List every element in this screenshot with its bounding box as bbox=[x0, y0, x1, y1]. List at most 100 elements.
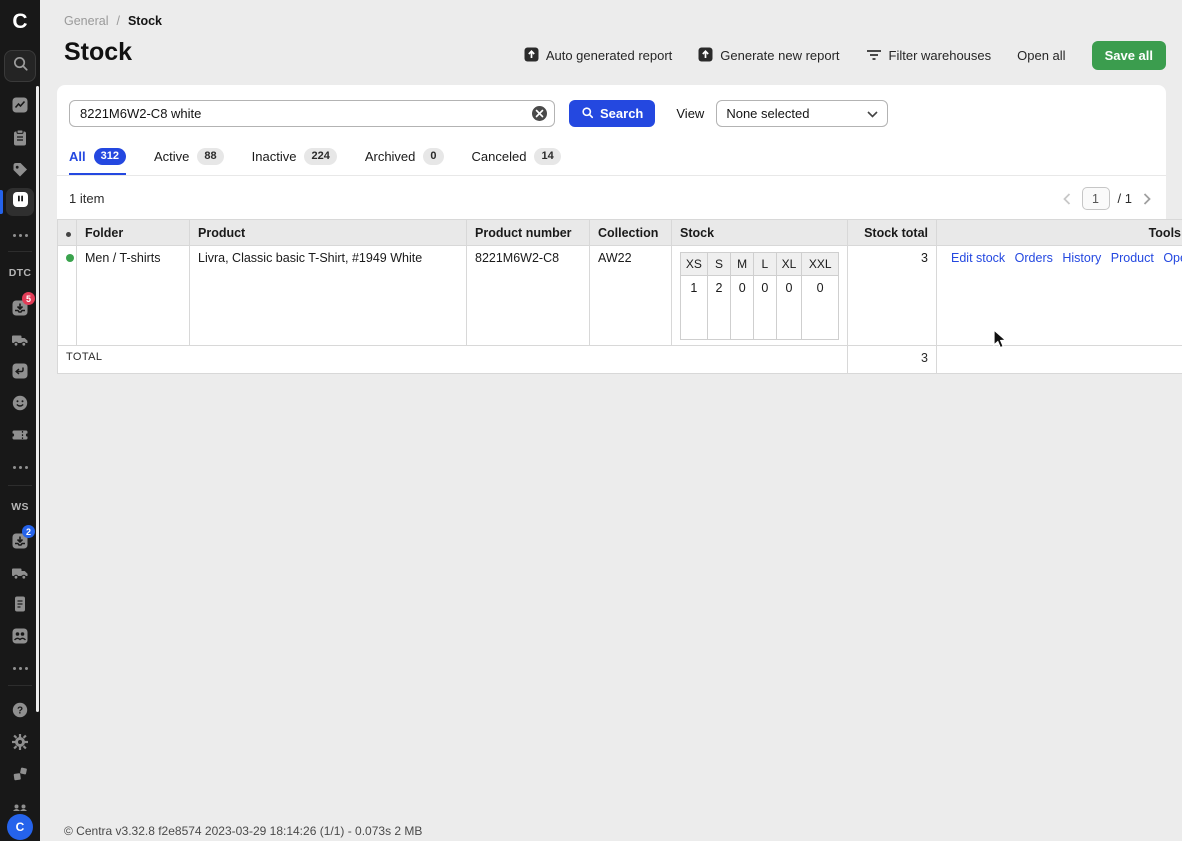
sidebar-item-dtc-returns[interactable] bbox=[11, 362, 29, 380]
sidebar-section-dtc: DTC bbox=[0, 267, 40, 279]
qty-xs: 1 bbox=[681, 276, 708, 340]
sidebar-item-dtc-vouchers[interactable] bbox=[11, 426, 29, 444]
size-xs-header: XS bbox=[681, 253, 708, 276]
truck-icon bbox=[11, 331, 29, 349]
smiley-icon bbox=[11, 394, 29, 412]
size-header-row: XS S M L XL XXL bbox=[681, 253, 839, 276]
sidebar-item-ws-orders[interactable]: 2 bbox=[11, 532, 29, 550]
tab-canceled[interactable]: Canceled 14 bbox=[472, 148, 561, 175]
tab-active-count: 88 bbox=[197, 148, 223, 165]
sidebar-divider bbox=[8, 251, 32, 252]
page-total: / 1 bbox=[1118, 191, 1132, 206]
tabs: All 312 Active 88 Inactive 224 Archived … bbox=[57, 148, 1166, 176]
tab-all[interactable]: All 312 bbox=[69, 148, 126, 175]
product-number-cell: 8221M6W2-C8 bbox=[467, 246, 590, 346]
search-input[interactable] bbox=[69, 100, 555, 127]
dtc-orders-badge: 5 bbox=[22, 292, 35, 305]
tab-inactive-count: 224 bbox=[304, 148, 336, 165]
stock-total-cell: 3 bbox=[848, 246, 937, 346]
breadcrumb: General / Stock bbox=[64, 14, 162, 28]
auto-generated-report-label: Auto generated report bbox=[546, 48, 672, 63]
tab-active[interactable]: Active 88 bbox=[154, 148, 224, 175]
total-label: TOTAL bbox=[58, 346, 848, 374]
clipboard-icon bbox=[11, 129, 29, 147]
breadcrumb-parent[interactable]: General bbox=[64, 14, 108, 28]
sidebar-item-analytics[interactable] bbox=[11, 96, 29, 114]
sidebar-more-general[interactable] bbox=[11, 226, 29, 244]
sidebar-item-users[interactable] bbox=[11, 797, 29, 815]
return-arrow-icon bbox=[11, 362, 29, 380]
breadcrumb-separator: / bbox=[116, 14, 119, 28]
view-label: View bbox=[676, 106, 704, 121]
sidebar-more-ws[interactable] bbox=[11, 659, 29, 677]
folder-column-header: Folder bbox=[77, 220, 190, 246]
auto-generated-report-button[interactable]: Auto generated report bbox=[524, 47, 672, 65]
search-row: Search View None selected bbox=[69, 100, 1154, 127]
header-actions: Auto generated report Generate new repor… bbox=[524, 41, 1166, 70]
sidebar-item-dtc-shipments[interactable] bbox=[11, 331, 29, 349]
open-link[interactable]: Open bbox=[1163, 251, 1182, 265]
qty-xxl: 0 bbox=[802, 276, 839, 340]
status-dot-icon bbox=[66, 232, 71, 237]
centra-logo-icon[interactable]: C bbox=[0, 6, 40, 36]
sidebar-item-stock[interactable] bbox=[6, 188, 34, 216]
footer-version-info: © Centra v3.32.8 f2e8574 2023-03-29 18:1… bbox=[64, 824, 422, 838]
product-link[interactable]: Product bbox=[1111, 251, 1154, 265]
tab-inactive[interactable]: Inactive 224 bbox=[252, 148, 337, 175]
sidebar-divider bbox=[8, 685, 32, 686]
sidebar-item-integrations[interactable] bbox=[11, 765, 29, 783]
chevron-right-icon[interactable] bbox=[1140, 192, 1154, 206]
ticket-icon bbox=[11, 426, 29, 444]
generate-new-report-label: Generate new report bbox=[720, 48, 839, 63]
product-column-header: Product bbox=[190, 220, 467, 246]
filter-icon bbox=[866, 47, 882, 64]
sidebar-item-ws-shipments[interactable] bbox=[11, 564, 29, 582]
view-select[interactable]: None selected bbox=[716, 100, 888, 127]
save-all-button[interactable]: Save all bbox=[1092, 41, 1166, 70]
breadcrumb-current: Stock bbox=[128, 14, 162, 28]
sidebar-more-dtc[interactable] bbox=[11, 458, 29, 476]
status-active-dot bbox=[66, 254, 74, 262]
page-number-input[interactable]: 1 bbox=[1082, 187, 1110, 210]
sidebar-scrollbar[interactable] bbox=[36, 86, 39, 712]
sidebar-item-ws-invoices[interactable] bbox=[11, 595, 29, 613]
report-export-icon bbox=[524, 47, 539, 65]
sidebar-item-promotions[interactable] bbox=[11, 161, 29, 179]
tab-inactive-label: Inactive bbox=[252, 149, 297, 164]
items-count: 1 item bbox=[69, 191, 104, 206]
edit-stock-link[interactable]: Edit stock bbox=[951, 251, 1005, 265]
open-all-button[interactable]: Open all bbox=[1017, 48, 1065, 63]
qty-l: 0 bbox=[754, 276, 777, 340]
sidebar-search-button[interactable] bbox=[4, 50, 36, 82]
sidebar-item-dtc-orders[interactable]: 5 bbox=[11, 299, 29, 317]
tab-all-count: 312 bbox=[94, 148, 126, 165]
main-area: General / Stock Stock Auto generated rep… bbox=[40, 0, 1182, 841]
svg-text:?: ? bbox=[17, 705, 23, 716]
content-card: Search View None selected All 312 Active… bbox=[57, 85, 1166, 374]
stock-table: Folder Product Product number Collection… bbox=[57, 219, 1182, 374]
clear-search-icon[interactable] bbox=[532, 106, 547, 121]
size-quantity-row: 1 2 0 0 0 0 bbox=[681, 276, 839, 340]
page-title: Stock bbox=[64, 38, 132, 67]
search-button[interactable]: Search bbox=[569, 100, 655, 127]
filter-warehouses-button[interactable]: Filter warehouses bbox=[866, 47, 992, 64]
sidebar-item-ws-accounts[interactable] bbox=[11, 627, 29, 645]
people-icon bbox=[11, 797, 29, 815]
user-avatar[interactable]: C bbox=[7, 814, 33, 840]
generate-new-report-button[interactable]: Generate new report bbox=[698, 47, 839, 65]
stock-total-column-header: Stock total bbox=[848, 220, 937, 246]
sidebar-item-settings[interactable] bbox=[11, 733, 29, 751]
sidebar-item-orders[interactable] bbox=[11, 129, 29, 147]
sidebar-item-dtc-customers[interactable] bbox=[11, 394, 29, 412]
tab-archived[interactable]: Archived 0 bbox=[365, 148, 444, 175]
chevron-left-icon[interactable] bbox=[1060, 192, 1074, 206]
size-m-header: M bbox=[731, 253, 754, 276]
table-row[interactable]: Men / T-shirts Livra, Classic basic T-Sh… bbox=[58, 246, 1182, 346]
open-all-label: Open all bbox=[1017, 48, 1065, 63]
collection-cell: AW22 bbox=[590, 246, 672, 346]
qty-xl: 0 bbox=[776, 276, 802, 340]
sidebar-item-help[interactable]: ? bbox=[11, 701, 29, 719]
history-link[interactable]: History bbox=[1062, 251, 1101, 265]
orders-link[interactable]: Orders bbox=[1015, 251, 1053, 265]
qty-m: 0 bbox=[731, 276, 754, 340]
